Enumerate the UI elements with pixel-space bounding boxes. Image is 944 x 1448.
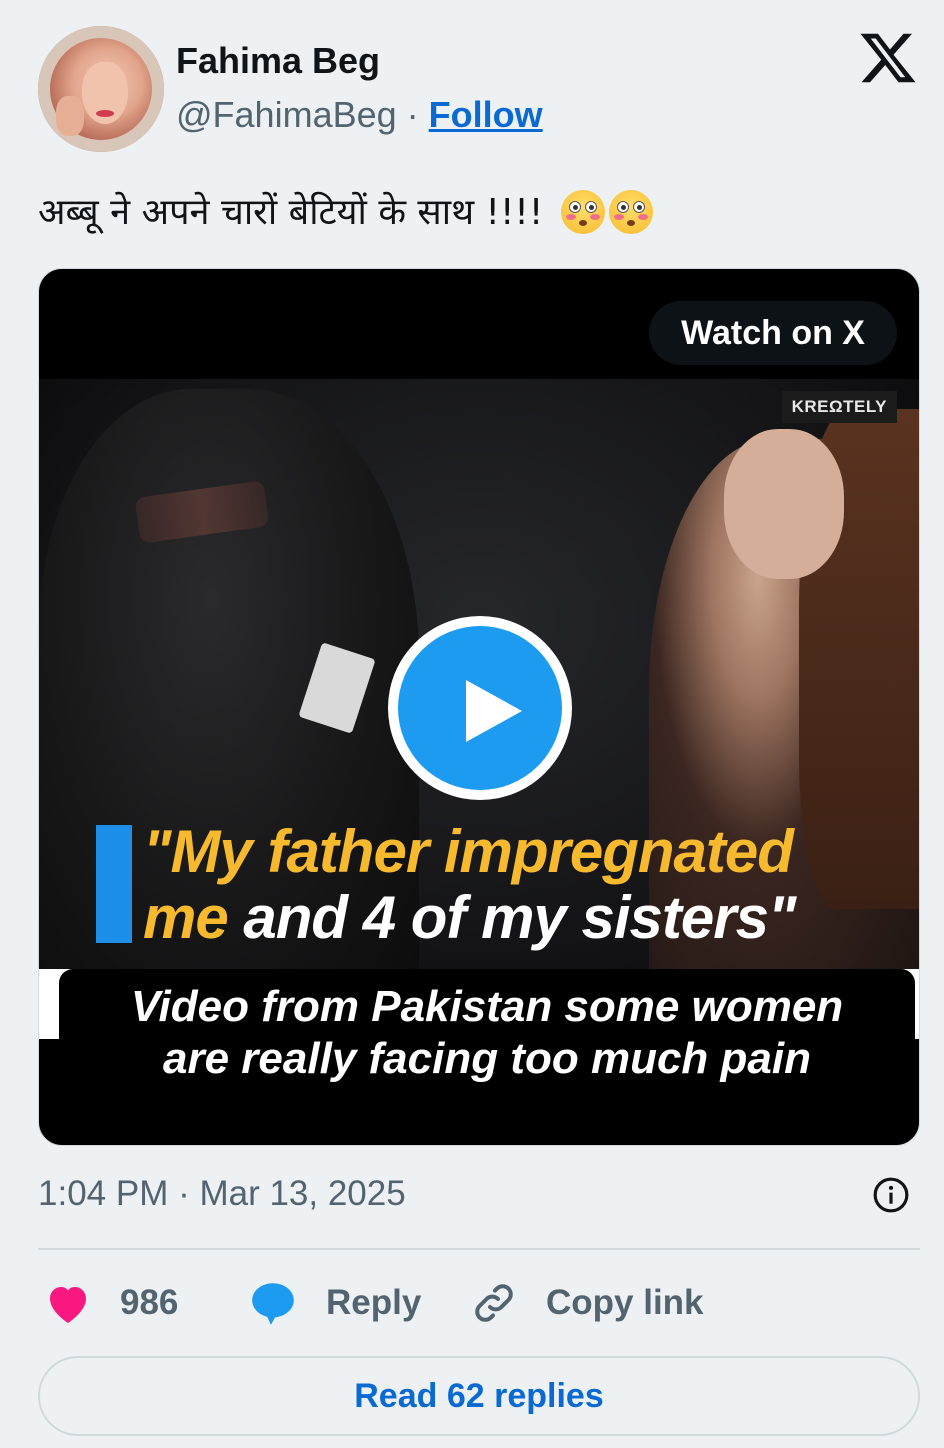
tweet-timestamp[interactable]: 1:04 PM · Mar 13, 2025 bbox=[38, 1174, 406, 1214]
play-icon bbox=[466, 680, 522, 742]
reply-label: Reply bbox=[326, 1283, 422, 1322]
caption-line-2: are really facing too much pain bbox=[163, 1034, 811, 1083]
quote-line-1: "My father impregnated bbox=[143, 818, 794, 885]
read-replies-button[interactable]: Read 62 replies bbox=[38, 1356, 920, 1436]
video-caption: Video from Pakistan some women are reall… bbox=[69, 981, 905, 1085]
author-handle-row: @FahimaBeg · Follow bbox=[176, 94, 543, 136]
tweet-text-row: अब्बू ने अपने चारों बेटियों के साथ !!!! bbox=[38, 186, 653, 235]
video-player[interactable]: KREΩTELY Watch on X "My father impregnat… bbox=[38, 268, 920, 1146]
avatar[interactable] bbox=[38, 26, 164, 152]
caption-line-1: Video from Pakistan some women bbox=[130, 982, 844, 1031]
tweet-embed-card: Fahima Beg @FahimaBeg · Follow अब्बू ने … bbox=[0, 0, 944, 1448]
author-handle[interactable]: @FahimaBeg bbox=[176, 94, 397, 135]
video-quote-text: "My father impregnated me and 4 of my si… bbox=[143, 819, 913, 951]
reply-button[interactable]: Reply bbox=[248, 1278, 421, 1328]
divider bbox=[38, 1248, 920, 1250]
info-icon[interactable] bbox=[872, 1176, 910, 1214]
copy-link-button[interactable]: Copy link bbox=[470, 1278, 704, 1328]
tweet-text: अब्बू ने अपने चारों बेटियों के साथ !!!! bbox=[38, 192, 544, 233]
x-logo-icon[interactable] bbox=[858, 28, 918, 88]
watch-on-x-button[interactable]: Watch on X bbox=[649, 301, 897, 365]
like-button[interactable]: 986 bbox=[44, 1278, 178, 1328]
quote-line-2-rest: and 4 of my sisters" bbox=[243, 884, 796, 951]
link-icon bbox=[475, 1284, 513, 1322]
quote-accent-bar bbox=[96, 825, 132, 943]
author-name[interactable]: Fahima Beg bbox=[176, 40, 380, 82]
handle-separator: · bbox=[406, 94, 419, 135]
like-count: 986 bbox=[120, 1283, 179, 1322]
follow-link[interactable]: Follow bbox=[429, 94, 543, 135]
flushed-face-emoji-icon bbox=[608, 190, 653, 234]
speech-bubble-icon bbox=[252, 1283, 294, 1325]
heart-icon bbox=[50, 1287, 86, 1323]
play-button[interactable] bbox=[388, 616, 572, 800]
video-watermark: KREΩTELY bbox=[781, 391, 897, 423]
quote-line-2-highlight: me bbox=[143, 884, 229, 951]
flushed-face-emoji-icon bbox=[560, 190, 605, 234]
copy-link-label: Copy link bbox=[546, 1283, 704, 1322]
